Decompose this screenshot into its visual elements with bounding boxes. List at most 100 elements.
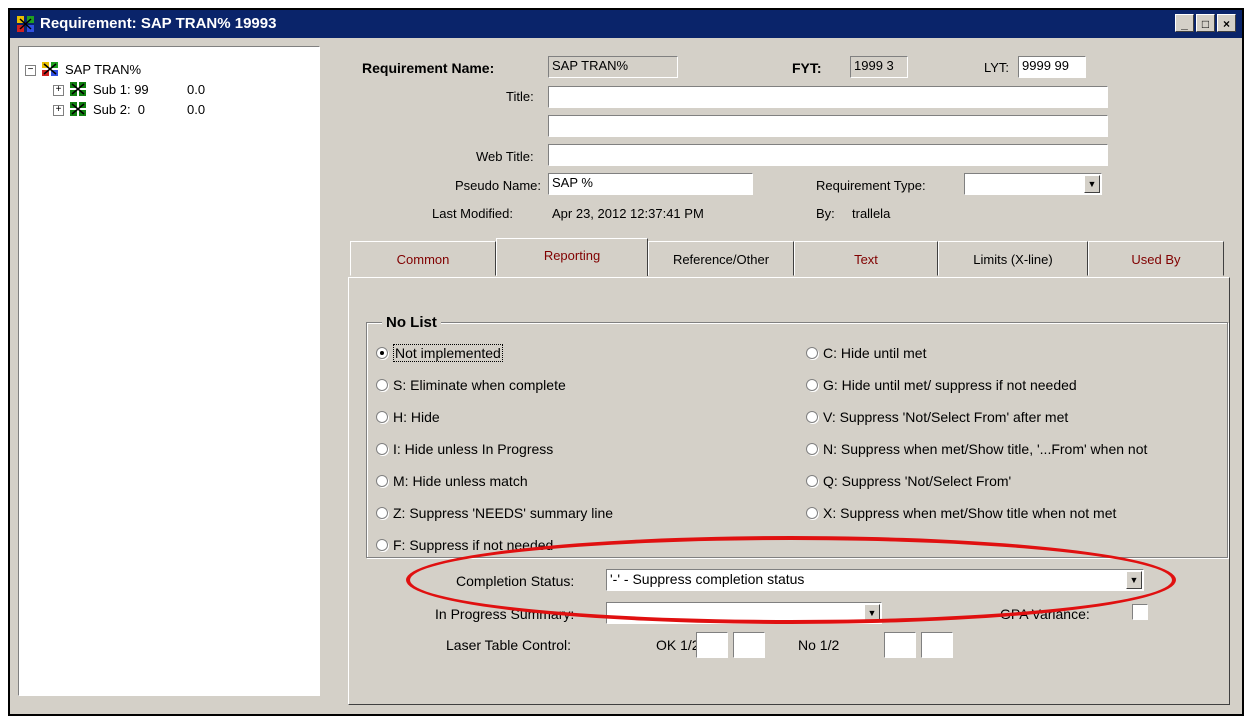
requirement-name-field: SAP TRAN% xyxy=(548,56,678,78)
ok-half-label: OK 1/2 xyxy=(656,637,700,653)
tab-limits[interactable]: Limits (X-line) xyxy=(938,241,1088,276)
tab-used-by[interactable]: Used By xyxy=(1088,241,1224,276)
radio-button[interactable] xyxy=(376,475,388,487)
tab-text[interactable]: Text xyxy=(794,241,938,276)
tab-reporting[interactable]: Reporting xyxy=(496,238,648,276)
tree-sub1-value: 0.0 xyxy=(187,82,206,97)
radio-button[interactable] xyxy=(806,411,818,423)
by-label: By: xyxy=(816,206,835,221)
last-modified-label: Last Modified: xyxy=(432,206,513,221)
radio-q-suppress[interactable]: Q: Suppress 'Not/Select From' xyxy=(806,473,1011,489)
title-field-2[interactable] xyxy=(548,115,1108,137)
minimize-button[interactable]: _ xyxy=(1175,14,1194,32)
radio-label: V: Suppress 'Not/Select From' after met xyxy=(823,409,1069,425)
radio-label: I: Hide unless In Progress xyxy=(393,441,554,457)
dropdown-arrow-icon[interactable]: ▼ xyxy=(1084,175,1100,193)
radio-z-suppress-needs[interactable]: Z: Suppress 'NEEDS' summary line xyxy=(376,505,613,521)
radio-i-hide-unless[interactable]: I: Hide unless In Progress xyxy=(376,441,553,457)
no-field-2[interactable] xyxy=(921,632,953,658)
radio-button[interactable] xyxy=(806,443,818,455)
by-value: trallela xyxy=(852,206,891,221)
requirement-type-label: Requirement Type: xyxy=(816,178,926,193)
gpa-variance-label: GPA Variance: xyxy=(1000,606,1090,622)
no-half-label: No 1/2 xyxy=(798,637,840,653)
radio-button[interactable] xyxy=(806,475,818,487)
requirement-node-icon xyxy=(42,62,58,76)
radio-label: S: Eliminate when complete xyxy=(393,377,566,393)
radio-button[interactable] xyxy=(376,443,388,455)
web-title-label: Web Title: xyxy=(476,149,534,164)
in-progress-summary-label: In Progress Summary: xyxy=(435,606,575,622)
in-progress-summary-dropdown[interactable]: ▼ xyxy=(606,602,882,624)
window-title: Requirement: SAP TRAN% 19993 xyxy=(40,15,277,32)
requirement-tree[interactable]: − SAP TRAN% + Sub 1: 99 0.0 + Sub 2: 0 0… xyxy=(18,46,320,696)
laser-table-control-label: Laser Table Control: xyxy=(446,637,572,653)
no-field-1[interactable] xyxy=(884,632,916,658)
dropdown-arrow-icon[interactable]: ▼ xyxy=(1126,571,1142,589)
radio-label: Z: Suppress 'NEEDS' summary line xyxy=(393,505,614,521)
tree-sub2-value: 0.0 xyxy=(187,102,206,117)
radio-button[interactable] xyxy=(806,379,818,391)
radio-button[interactable] xyxy=(376,379,388,391)
maximize-button[interactable]: □ xyxy=(1196,14,1215,32)
radio-label: Not implemented xyxy=(393,344,503,362)
radio-label: Q: Suppress 'Not/Select From' xyxy=(823,473,1012,489)
completion-status-label: Completion Status: xyxy=(456,573,575,589)
ok-field-1[interactable] xyxy=(696,632,728,658)
radio-label: M: Hide unless match xyxy=(393,473,528,489)
last-modified-value: Apr 23, 2012 12:37:41 PM xyxy=(552,206,704,221)
subrequirement-node-icon xyxy=(70,102,86,116)
radio-label: H: Hide xyxy=(393,409,440,425)
pseudo-name-field[interactable]: SAP % xyxy=(548,173,753,195)
radio-h-hide[interactable]: H: Hide xyxy=(376,409,440,425)
collapse-icon[interactable]: − xyxy=(25,65,36,76)
radio-button[interactable] xyxy=(806,347,818,359)
radio-label: X: Suppress when met/Show title when not… xyxy=(823,505,1117,521)
fyt-label: FYT: xyxy=(792,60,822,76)
radio-g-hide-until-met[interactable]: G: Hide until met/ suppress if not neede… xyxy=(806,377,1077,393)
radio-button[interactable] xyxy=(376,411,388,423)
tree-sub2-label: Sub 2: 0 xyxy=(93,102,146,117)
requirement-type-dropdown[interactable]: ▼ xyxy=(964,173,1102,195)
radio-m-hide-unless-match[interactable]: M: Hide unless match xyxy=(376,473,528,489)
ok-field-2[interactable] xyxy=(733,632,765,658)
web-title-field[interactable] xyxy=(548,144,1108,166)
lyt-label: LYT: xyxy=(984,60,1010,75)
pseudo-name-label: Pseudo Name: xyxy=(455,178,541,193)
radio-button[interactable] xyxy=(376,507,388,519)
requirement-name-label: Requirement Name: xyxy=(362,60,495,76)
radio-button[interactable] xyxy=(806,507,818,519)
title-bar[interactable]: Requirement: SAP TRAN% 19993 _ □ × xyxy=(10,10,1242,38)
radio-f-suppress-not-needed[interactable]: F: Suppress if not needed xyxy=(376,537,553,553)
tab-reference-other[interactable]: Reference/Other xyxy=(648,241,794,276)
radio-x-suppress[interactable]: X: Suppress when met/Show title when not… xyxy=(806,505,1116,521)
tab-common[interactable]: Common xyxy=(350,241,496,276)
requirement-app-icon xyxy=(17,16,34,32)
tree-sub1-label: Sub 1: 99 xyxy=(93,82,149,97)
close-button[interactable]: × xyxy=(1217,14,1236,32)
dropdown-arrow-icon[interactable]: ▼ xyxy=(864,604,880,622)
fyt-field: 1999 3 xyxy=(850,56,908,78)
radio-button[interactable] xyxy=(376,539,388,551)
radio-label: G: Hide until met/ suppress if not neede… xyxy=(823,377,1077,393)
radio-label: F: Suppress if not needed xyxy=(393,537,554,553)
radio-label: C: Hide until met xyxy=(823,345,927,361)
subrequirement-node-icon xyxy=(70,82,86,96)
radio-c-hide-until-met[interactable]: C: Hide until met xyxy=(806,345,926,361)
no-list-group-title: No List xyxy=(382,314,441,331)
radio-n-suppress-when-met[interactable]: N: Suppress when met/Show title, '...Fro… xyxy=(806,441,1147,457)
title-field-1[interactable] xyxy=(548,86,1108,108)
tree-root-label: SAP TRAN% xyxy=(65,62,142,77)
radio-v-suppress[interactable]: V: Suppress 'Not/Select From' after met xyxy=(806,409,1068,425)
completion-status-dropdown[interactable]: '-' - Suppress completion status ▼ xyxy=(606,569,1144,591)
lyt-field[interactable]: 9999 99 xyxy=(1018,56,1086,78)
gpa-variance-checkbox[interactable] xyxy=(1132,604,1148,620)
expand-icon[interactable]: + xyxy=(53,105,64,116)
radio-s-eliminate[interactable]: S: Eliminate when complete xyxy=(376,377,566,393)
radio-button[interactable] xyxy=(376,347,388,359)
title-label: Title: xyxy=(506,89,534,104)
radio-label: N: Suppress when met/Show title, '...Fro… xyxy=(823,441,1148,457)
radio-not-implemented[interactable]: Not implemented xyxy=(376,344,503,362)
expand-icon[interactable]: + xyxy=(53,85,64,96)
completion-status-value: '-' - Suppress completion status xyxy=(610,571,805,587)
